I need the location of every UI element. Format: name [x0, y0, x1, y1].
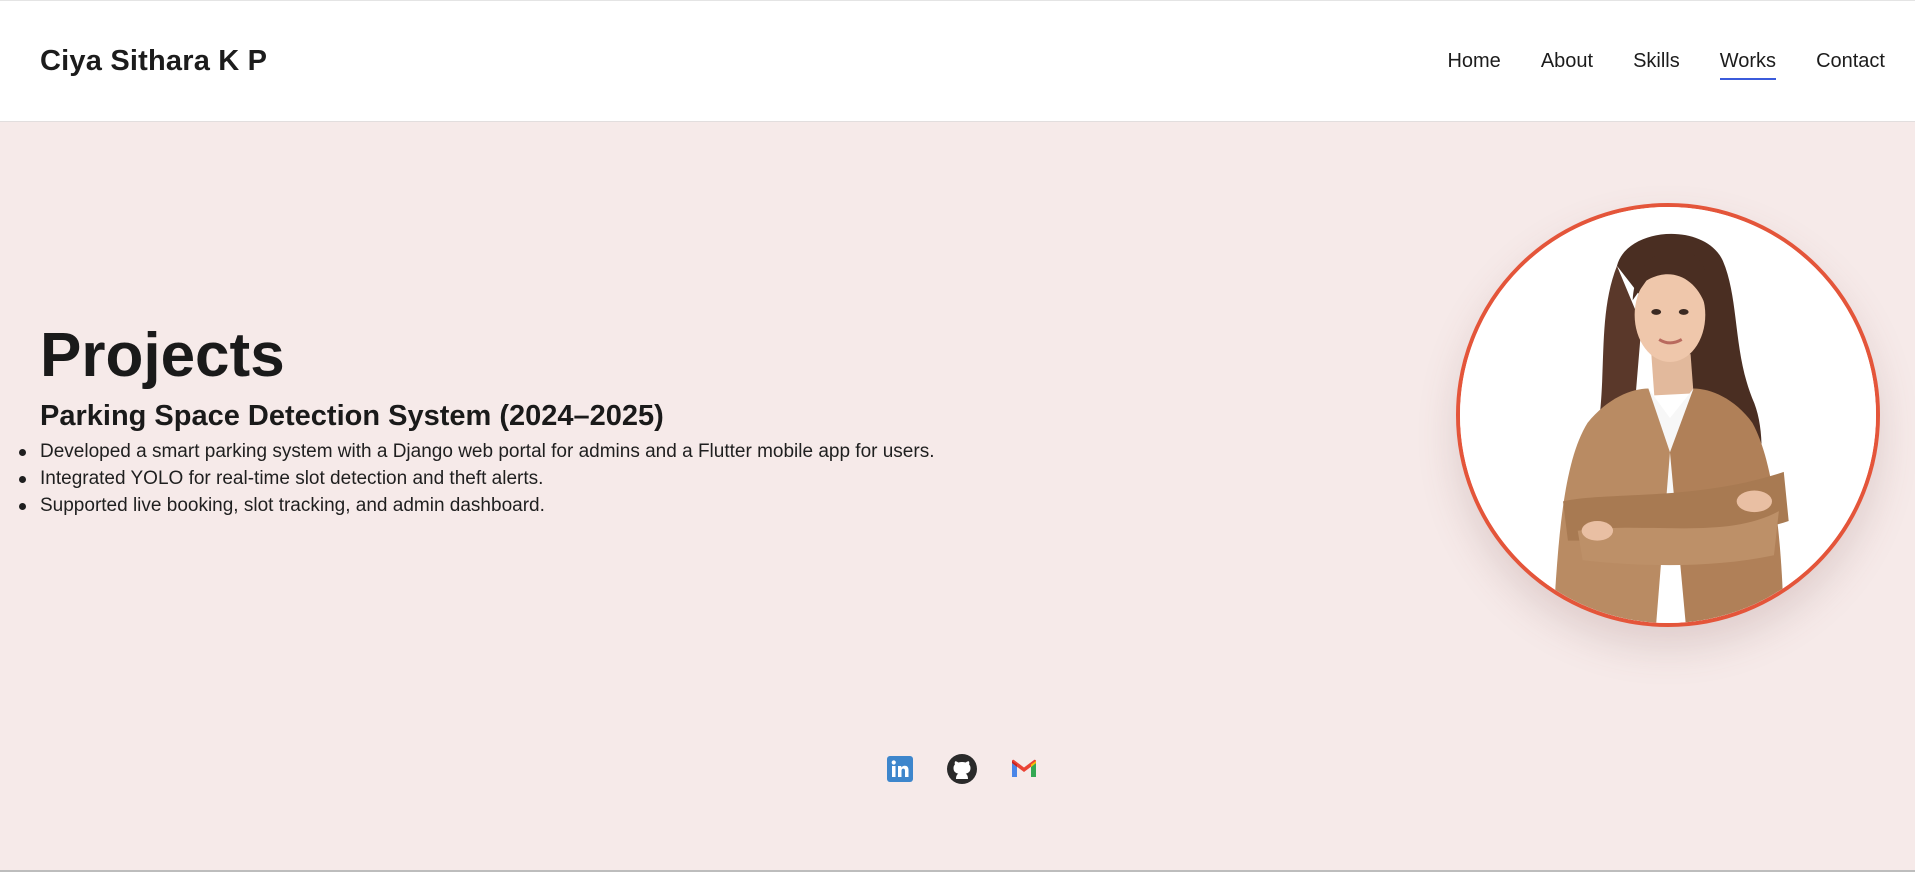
project-title: Parking Space Detection System (2024–202…	[40, 400, 664, 432]
project-bullet: Integrated YOLO for real-time slot detec…	[18, 465, 934, 492]
social-links	[883, 752, 1069, 786]
project-bullet: Developed a smart parking system with a …	[18, 438, 934, 465]
page: Ciya Sithara K P Home About Skills Works…	[0, 0, 1915, 872]
section-title: Projects	[40, 321, 285, 390]
gmail-link[interactable]	[1007, 752, 1041, 786]
linkedin-icon	[887, 756, 913, 782]
gmail-icon	[1012, 759, 1036, 777]
github-link[interactable]	[945, 752, 979, 786]
github-icon	[947, 754, 977, 784]
nav-contact[interactable]: Contact	[1816, 51, 1885, 77]
site-header: Ciya Sithara K P Home About Skills Works…	[0, 0, 1915, 122]
nav-about[interactable]: About	[1541, 51, 1593, 77]
project-bullet: Supported live booking, slot tracking, a…	[18, 492, 934, 519]
brand-name[interactable]: Ciya Sithara K P	[40, 45, 267, 78]
portrait-photo-icon	[1460, 207, 1876, 623]
profile-photo	[1456, 203, 1880, 627]
nav-skills[interactable]: Skills	[1633, 51, 1680, 77]
linkedin-link[interactable]	[883, 752, 917, 786]
nav-home[interactable]: Home	[1447, 51, 1500, 77]
main-nav: Home About Skills Works Contact	[1407, 51, 1885, 80]
project-bullets: Developed a smart parking system with a …	[18, 438, 934, 519]
nav-works[interactable]: Works	[1719, 51, 1777, 80]
